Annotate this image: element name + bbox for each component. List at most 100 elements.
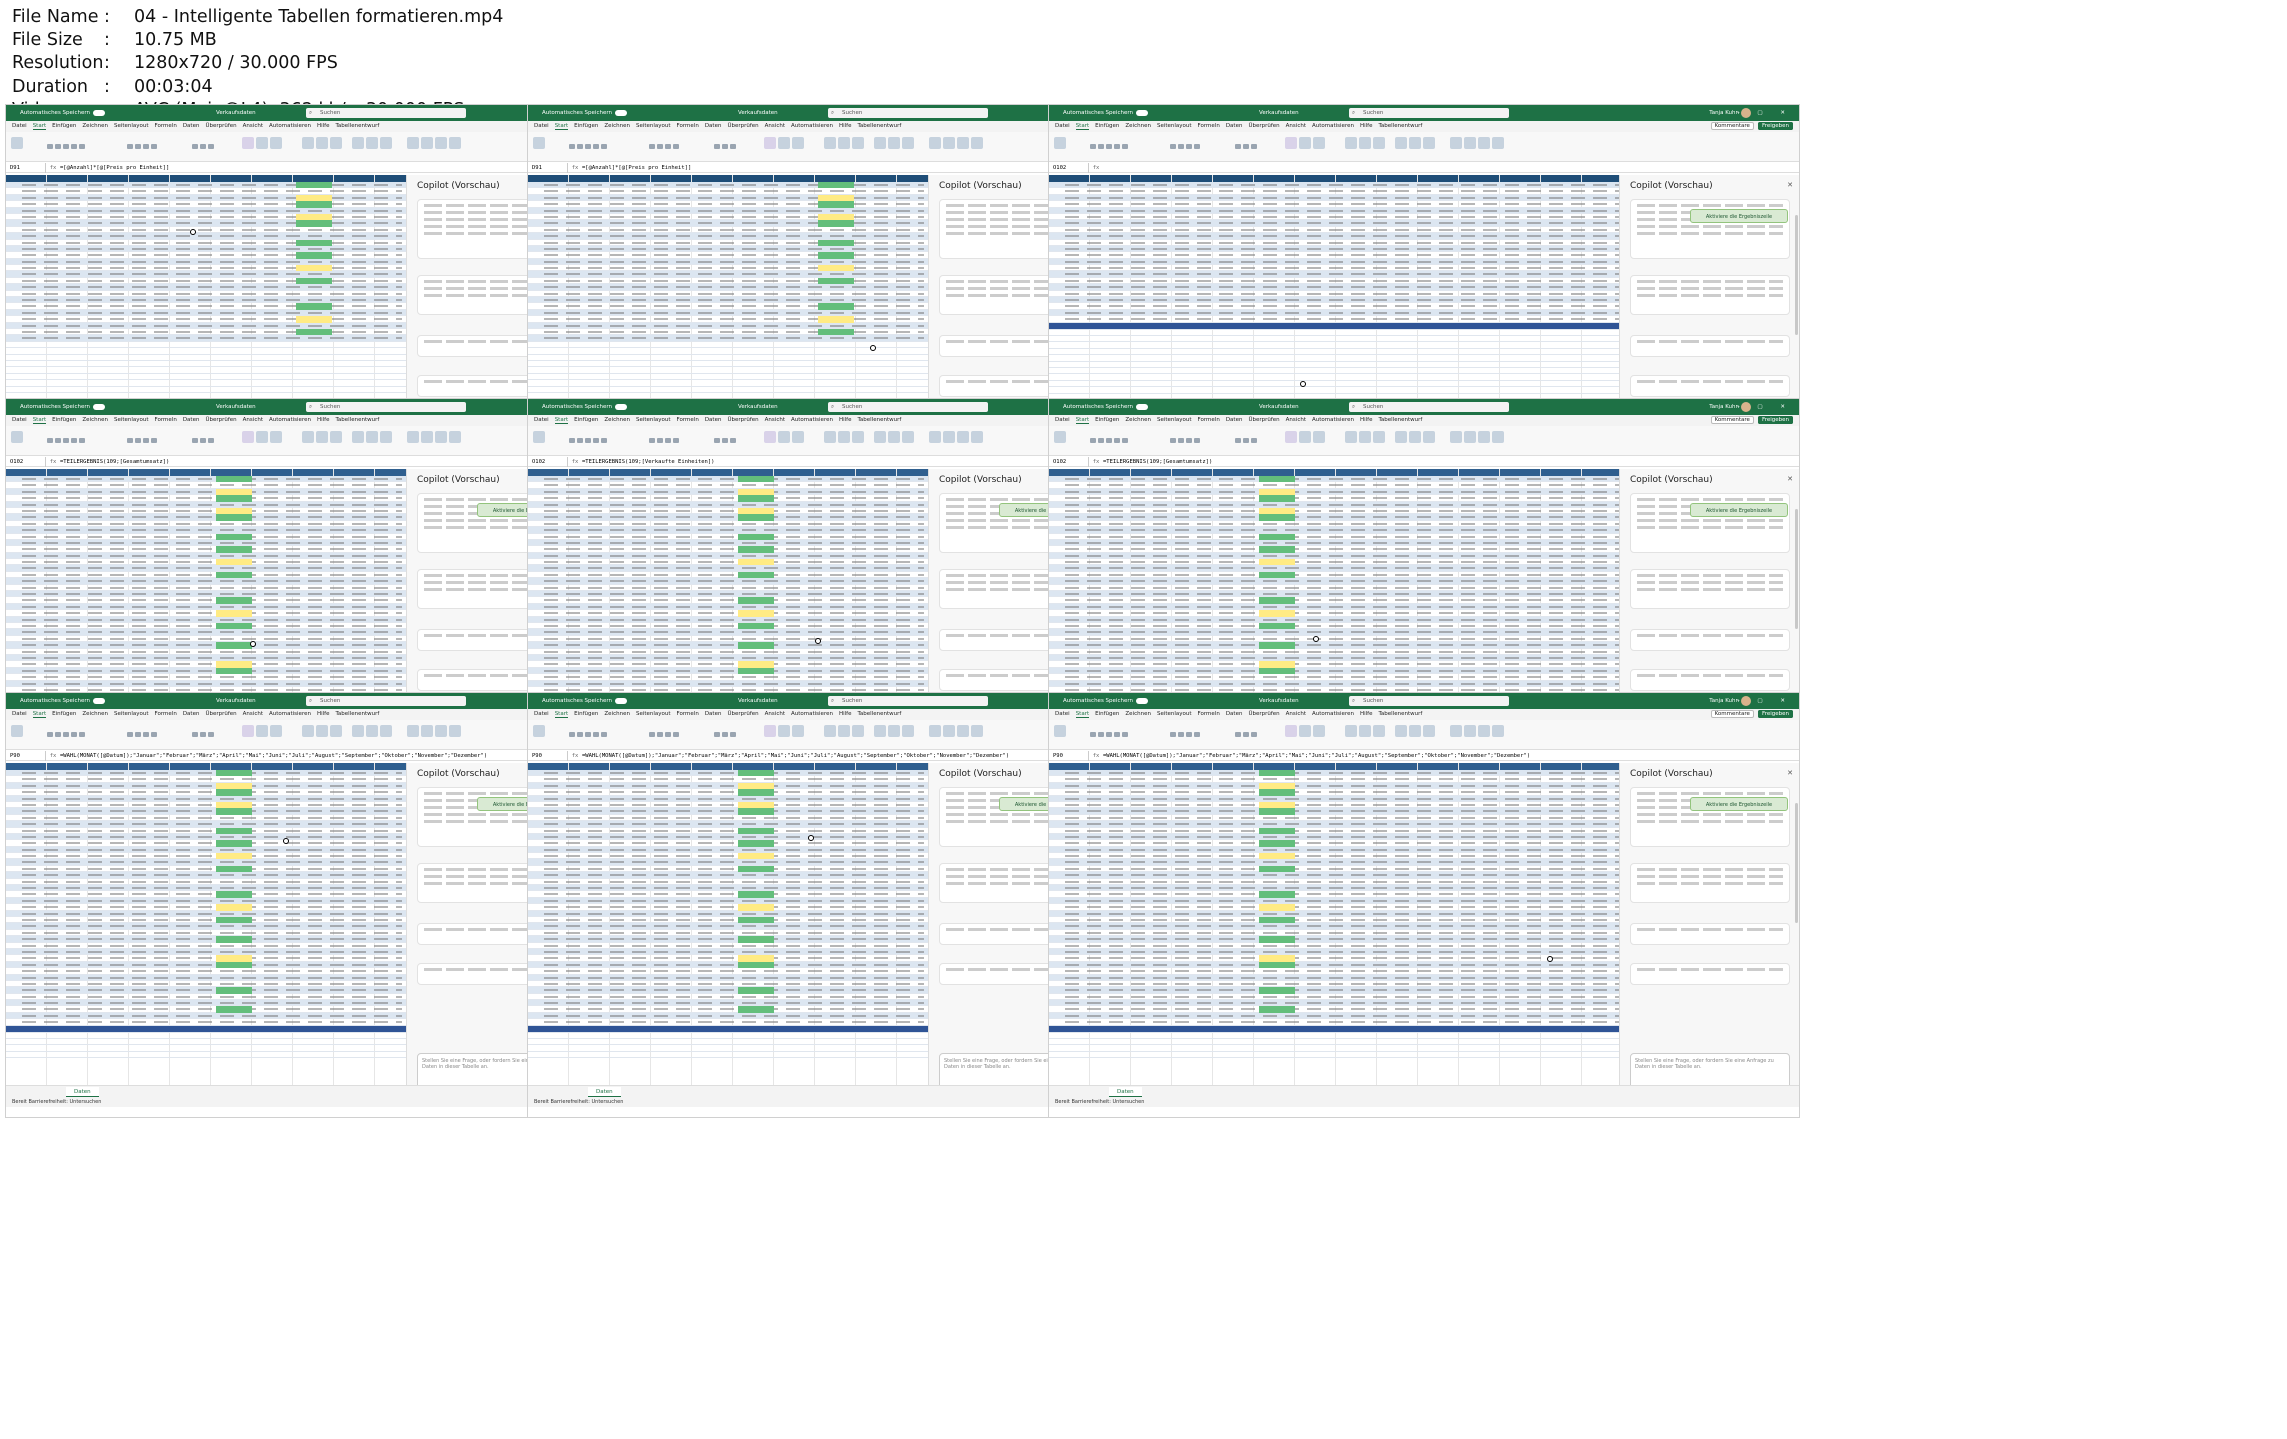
menu-tab[interactable]: Datei bbox=[12, 123, 27, 129]
analyze-icon[interactable] bbox=[1478, 137, 1490, 149]
menu-tab[interactable]: Hilfe bbox=[317, 417, 330, 423]
conditional-format-icon[interactable] bbox=[242, 431, 254, 443]
addins-icon[interactable] bbox=[943, 431, 955, 443]
copilot-icon[interactable] bbox=[1492, 431, 1504, 443]
menu-tab[interactable]: Seitenlayout bbox=[636, 417, 671, 423]
autosave-toggle[interactable] bbox=[1136, 697, 1148, 704]
menu-tab[interactable]: Daten bbox=[705, 417, 722, 423]
analyze-icon[interactable] bbox=[1478, 431, 1490, 443]
name-box[interactable]: O102 bbox=[1049, 457, 1089, 467]
menu-tab[interactable]: Hilfe bbox=[1360, 123, 1373, 129]
delete-icon[interactable] bbox=[1359, 431, 1371, 443]
name-box[interactable]: D91 bbox=[528, 163, 568, 173]
menu-tab[interactable]: Ansicht bbox=[1286, 123, 1306, 129]
paste-icon[interactable] bbox=[1054, 137, 1066, 149]
menu-tab[interactable]: Formeln bbox=[1198, 123, 1220, 129]
table-format-icon[interactable] bbox=[256, 431, 268, 443]
delete-icon[interactable] bbox=[316, 431, 328, 443]
format-icon[interactable] bbox=[852, 137, 864, 149]
cell-styles-icon[interactable] bbox=[270, 137, 282, 149]
table-format-icon[interactable] bbox=[256, 725, 268, 737]
sum-icon[interactable] bbox=[352, 725, 364, 737]
name-box[interactable]: D91 bbox=[6, 163, 46, 173]
name-box[interactable]: O102 bbox=[528, 457, 568, 467]
menu-tab[interactable]: Überprüfen bbox=[727, 123, 758, 129]
table-format-icon[interactable] bbox=[778, 137, 790, 149]
sort-icon[interactable] bbox=[366, 725, 378, 737]
menu-tab[interactable]: Automatisieren bbox=[791, 123, 833, 129]
formula-text[interactable]: =TEILERGEBNIS(109;[Gesamtumsatz]) bbox=[1103, 459, 1212, 465]
menu-tab[interactable]: Datei bbox=[534, 417, 549, 423]
delete-icon[interactable] bbox=[316, 725, 328, 737]
insert-icon[interactable] bbox=[824, 725, 836, 737]
addins-icon[interactable] bbox=[421, 431, 433, 443]
format-icon[interactable] bbox=[1373, 725, 1385, 737]
menu-tab[interactable]: Formeln bbox=[677, 417, 699, 423]
find-icon[interactable] bbox=[1423, 725, 1435, 737]
search-box[interactable]: Suchen bbox=[828, 402, 988, 412]
table-format-icon[interactable] bbox=[256, 137, 268, 149]
menu-tab[interactable]: Seitenlayout bbox=[1157, 123, 1192, 129]
insert-icon[interactable] bbox=[302, 725, 314, 737]
delete-icon[interactable] bbox=[838, 725, 850, 737]
menu-tab[interactable]: Formeln bbox=[1198, 711, 1220, 717]
menu-tab[interactable]: Zeichnen bbox=[604, 123, 630, 129]
delete-icon[interactable] bbox=[838, 137, 850, 149]
paste-icon[interactable] bbox=[11, 431, 23, 443]
insert-icon[interactable] bbox=[302, 431, 314, 443]
formula-text[interactable]: =WAHL(MONAT([@Datum]);"Januar";"Februar"… bbox=[1103, 753, 1530, 759]
copilot-suggestion[interactable] bbox=[1630, 923, 1790, 945]
sensitivity-icon[interactable] bbox=[407, 137, 419, 149]
menu-tab[interactable]: Überprüfen bbox=[1248, 417, 1279, 423]
menu-tab[interactable]: Seitenlayout bbox=[636, 123, 671, 129]
menu-tab[interactable]: Daten bbox=[183, 417, 200, 423]
insert-icon[interactable] bbox=[1345, 725, 1357, 737]
menu-tab[interactable]: Start bbox=[1075, 417, 1090, 424]
find-icon[interactable] bbox=[1423, 431, 1435, 443]
menu-tab[interactable]: Überprüfen bbox=[205, 123, 236, 129]
sort-icon[interactable] bbox=[366, 431, 378, 443]
menu-tab[interactable]: Ansicht bbox=[765, 711, 785, 717]
search-box[interactable]: Suchen bbox=[1349, 108, 1509, 118]
menu-tab[interactable]: Tabellenentwurf bbox=[857, 711, 901, 717]
addins-icon[interactable] bbox=[943, 137, 955, 149]
search-box[interactable]: Suchen bbox=[306, 402, 466, 412]
share-button[interactable]: Freigeben bbox=[1757, 122, 1793, 130]
close-icon[interactable]: ✕ bbox=[1787, 475, 1793, 483]
find-icon[interactable] bbox=[380, 137, 392, 149]
menu-tab[interactable]: Datei bbox=[12, 711, 27, 717]
menu-tab[interactable]: Automatisieren bbox=[269, 123, 311, 129]
menu-tab[interactable]: Tabellenentwurf bbox=[335, 123, 379, 129]
menu-tab[interactable]: Datei bbox=[534, 123, 549, 129]
close-icon[interactable]: ✕ bbox=[1787, 769, 1793, 777]
cell-styles-icon[interactable] bbox=[792, 137, 804, 149]
menu-tab[interactable]: Automatisieren bbox=[1312, 123, 1354, 129]
menu-tab[interactable]: Hilfe bbox=[1360, 417, 1373, 423]
menu-tab[interactable]: Seitenlayout bbox=[114, 123, 149, 129]
sort-icon[interactable] bbox=[1409, 725, 1421, 737]
menu-tab[interactable]: Einfügen bbox=[574, 123, 598, 129]
close-icon[interactable]: ✕ bbox=[1787, 181, 1793, 189]
conditional-format-icon[interactable] bbox=[242, 725, 254, 737]
menu-tab[interactable]: Daten bbox=[183, 711, 200, 717]
cell-styles-icon[interactable] bbox=[1313, 725, 1325, 737]
table-format-icon[interactable] bbox=[1299, 431, 1311, 443]
menu-tab[interactable]: Formeln bbox=[677, 123, 699, 129]
autosave-toggle[interactable] bbox=[1136, 109, 1148, 116]
menu-tab[interactable]: Ansicht bbox=[243, 711, 263, 717]
copilot-icon[interactable] bbox=[449, 137, 461, 149]
paste-icon[interactable] bbox=[1054, 431, 1066, 443]
sum-icon[interactable] bbox=[352, 431, 364, 443]
menu-tab[interactable]: Start bbox=[554, 417, 569, 424]
delete-icon[interactable] bbox=[1359, 137, 1371, 149]
conditional-format-icon[interactable] bbox=[1285, 725, 1297, 737]
menu-tab[interactable]: Zeichnen bbox=[604, 711, 630, 717]
menu-tab[interactable]: Seitenlayout bbox=[114, 417, 149, 423]
sort-icon[interactable] bbox=[888, 725, 900, 737]
copilot-icon[interactable] bbox=[971, 137, 983, 149]
format-icon[interactable] bbox=[1373, 431, 1385, 443]
addins-icon[interactable] bbox=[421, 725, 433, 737]
paste-icon[interactable] bbox=[533, 137, 545, 149]
delete-icon[interactable] bbox=[838, 431, 850, 443]
search-box[interactable]: Suchen bbox=[828, 108, 988, 118]
